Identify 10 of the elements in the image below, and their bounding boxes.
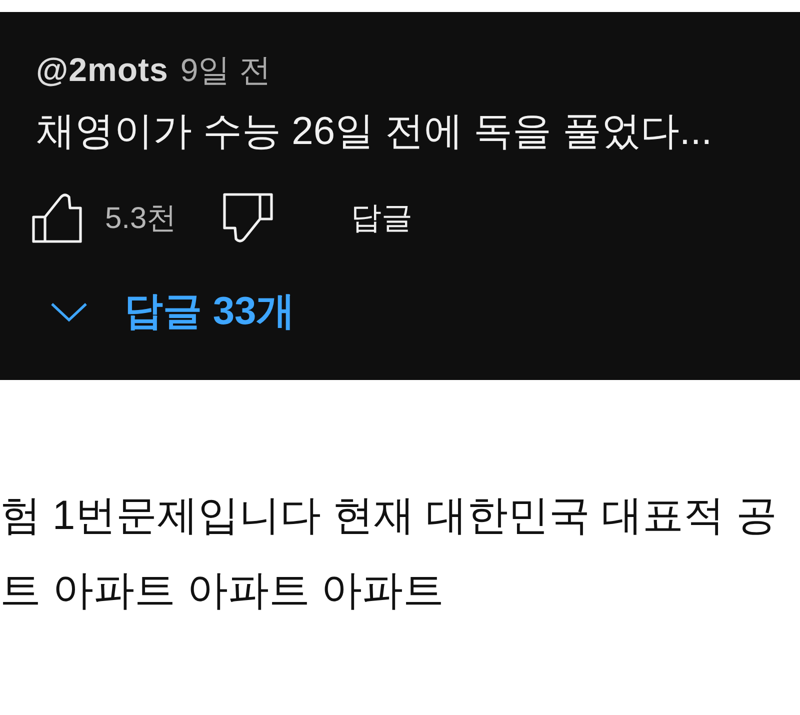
thumbs-up-icon[interactable] [32,193,82,243]
comment-time: 9일 전 [180,51,272,90]
body-text-line: 트 아파트 아파트 아파트 [0,566,444,615]
replies-toggle[interactable]: 답글 33개 [50,290,296,334]
reply-button[interactable]: 답글 [350,198,413,238]
like-count: 5.3천 [105,200,177,236]
comment-text: 채영이가 수능 26일 전에 독을 풀었다... [35,109,714,155]
comment-author[interactable]: @2mots [36,50,168,90]
body-text-line: 험 1번문제입니다 현재 대한민국 대표적 공 [0,491,777,540]
thumbs-down-icon[interactable] [222,193,273,243]
